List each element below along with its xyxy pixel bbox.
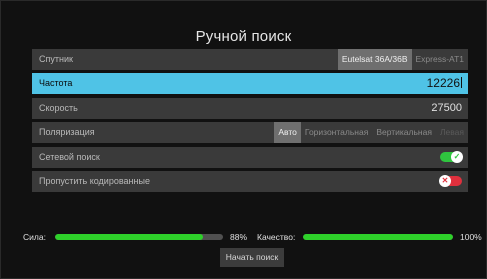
signal-bar-fill (55, 234, 203, 240)
skip-scrambled-toggle[interactable]: ✕ (439, 174, 462, 187)
settings-list: Спутник Eutelsat 36A/36B Express-AT1 Час… (32, 49, 468, 195)
polarization-options[interactable]: Авто Горизонтальная Вертикальная Левая (274, 122, 468, 144)
quality-bar (303, 234, 453, 240)
row-label-satellite: Спутник (39, 54, 73, 64)
start-search-button[interactable]: Начать поиск (220, 248, 284, 267)
row-polarization[interactable]: Поляризация Авто Горизонтальная Вертикал… (32, 122, 468, 144)
signal-bar (55, 234, 223, 240)
signal-percent: 88% (230, 232, 248, 242)
option-vertical[interactable]: Вертикальная (372, 122, 436, 143)
quality-bar-fill (303, 234, 453, 240)
page-title: Ручной поиск (195, 28, 292, 45)
row-label-network-search: Сетевой поиск (39, 151, 100, 162)
option-eutelsat[interactable]: Eutelsat 36A/36B (337, 49, 412, 70)
satellite-options[interactable]: Eutelsat 36A/36B Express-AT1 (337, 49, 469, 70)
network-search-toggle[interactable]: ✓ (440, 150, 463, 163)
option-horizontal[interactable]: Горизонтальная (301, 122, 372, 143)
symbol-rate-value[interactable]: 27500 (431, 98, 462, 119)
option-left[interactable]: Левая (436, 122, 468, 143)
row-satellite[interactable]: Спутник Eutelsat 36A/36B Express-AT1 (32, 49, 468, 70)
quality-percent: 100% (460, 232, 482, 242)
row-label-symbol-rate: Скорость (39, 102, 78, 113)
signal-label: Сила: (23, 232, 46, 242)
text-caret (461, 77, 462, 89)
frequency-input[interactable]: 12226 (427, 73, 462, 94)
quality-label: Качество: (257, 232, 296, 242)
row-frequency[interactable]: Частота 12226 (32, 73, 468, 95)
row-label-polarization: Поляризация (39, 127, 95, 138)
check-icon: ✓ (451, 150, 463, 163)
frequency-value: 12226 (426, 76, 460, 91)
cross-icon: ✕ (439, 174, 451, 187)
option-express[interactable]: Express-AT1 (412, 49, 469, 70)
option-auto[interactable]: Авто (274, 122, 301, 144)
row-network-search[interactable]: Сетевой поиск ✓ (32, 146, 468, 168)
manual-search-screen: Ручной поиск Спутник Eutelsat 36A/36B Ex… (0, 0, 487, 279)
row-symbol-rate[interactable]: Скорость 27500 (32, 97, 468, 119)
row-label-skip-scrambled: Пропустить кодированные (39, 175, 150, 186)
row-skip-scrambled[interactable]: Пропустить кодированные ✕ (32, 170, 468, 192)
row-label-frequency: Частота (39, 78, 73, 89)
signal-meters: Сила: 88% Качество: 100% (1, 231, 487, 243)
